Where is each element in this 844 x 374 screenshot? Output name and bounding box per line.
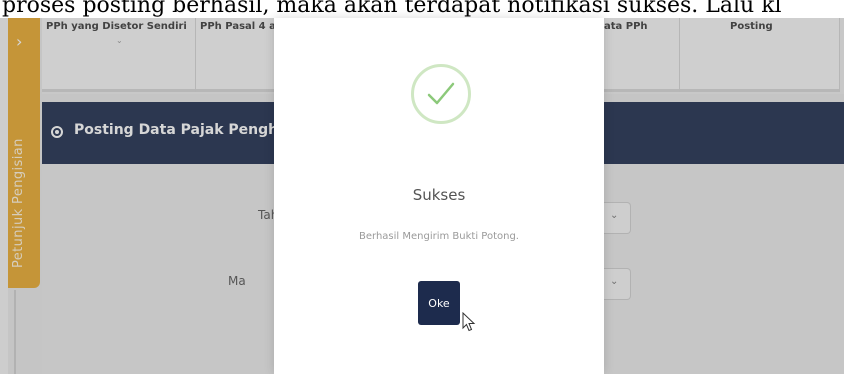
mouse-cursor-icon — [462, 312, 476, 332]
app-window: › Petunjuk Pengisian PPh yang Disetor Se… — [0, 18, 844, 374]
modal-message: Berhasil Mengirim Bukti Potong. — [359, 231, 519, 242]
ok-button[interactable]: Oke — [418, 281, 460, 325]
check-icon — [411, 64, 471, 124]
success-modal: Sukses Berhasil Mengirim Bukti Potong. O… — [274, 18, 604, 374]
modal-title: Sukses — [412, 186, 466, 204]
